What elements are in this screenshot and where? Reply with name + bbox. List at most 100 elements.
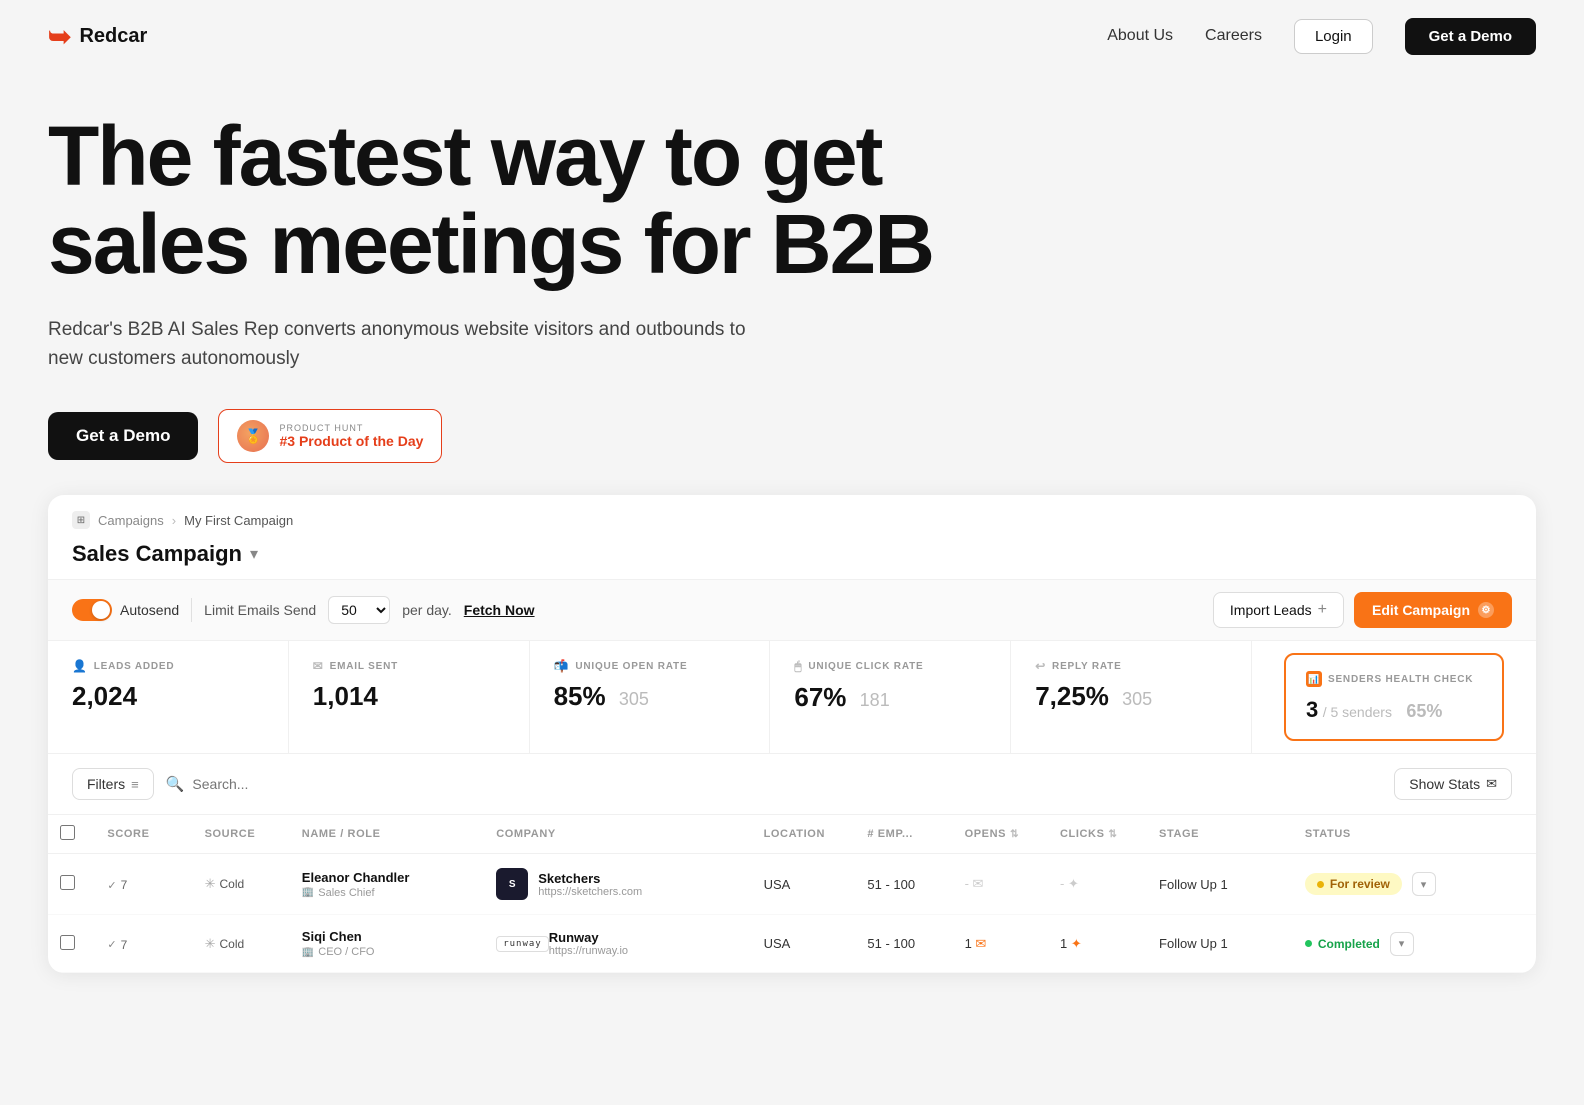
clicks-cell-0: - ✦ xyxy=(1048,854,1147,915)
open-rate-icon: 📬 xyxy=(554,659,570,673)
show-stats-button[interactable]: Show Stats ✉ xyxy=(1394,768,1512,800)
open-rate-count: 305 xyxy=(619,689,649,709)
fetch-now-link[interactable]: Fetch Now xyxy=(464,602,535,618)
breadcrumb: ⊞ Campaigns › My First Campaign xyxy=(48,495,1536,537)
health-value: 3 xyxy=(1306,697,1318,722)
senders-health-check: 📊 SENDERS HEALTH CHECK 3 / 5 senders 65% xyxy=(1284,653,1504,741)
th-emp: # EMP... xyxy=(855,815,952,854)
logo-icon: ➥ xyxy=(48,20,71,53)
autosend-switch[interactable] xyxy=(72,599,112,621)
opens-cell-1: 1 ✉ xyxy=(953,915,1048,973)
th-name: NAME / ROLE xyxy=(290,815,484,854)
th-clicks: CLICKS ⇅ xyxy=(1048,815,1147,854)
status-dot xyxy=(1317,881,1324,888)
product-hunt-badge[interactable]: 🏅 PRODUCT HUNT #3 Product of the Day xyxy=(218,409,442,463)
leads-table: SCORE SOURCE NAME / ROLE COMPANY LOCATIO… xyxy=(48,815,1536,973)
th-stage: STAGE xyxy=(1147,815,1293,854)
table-row: ✓ 7✳ColdSiqi Chen🏢CEO / CFOrunwayRunwayh… xyxy=(48,915,1536,973)
campaign-toolbar: Autosend Limit Emails Send 50 100 200 pe… xyxy=(48,579,1536,641)
cold-star-icon: ✳ xyxy=(205,936,216,952)
leads-added-icon: 👤 xyxy=(72,659,88,673)
stat-reply-rate: ↩ REPLY RATE 7,25% 305 xyxy=(1011,641,1252,753)
hero-title: The fastest way to get sales meetings fo… xyxy=(48,112,1028,288)
select-all-checkbox[interactable] xyxy=(60,825,75,840)
edit-campaign-button[interactable]: Edit Campaign ⚙ xyxy=(1354,592,1512,628)
email-sent-value: 1,014 xyxy=(313,681,505,712)
emp-cell-0: 51 - 100 xyxy=(855,854,952,915)
ph-rank: #3 Product of the Day xyxy=(279,433,423,449)
stage-cell-0: Follow Up 1 xyxy=(1147,854,1293,915)
status-chevron-icon[interactable]: ▾ xyxy=(1412,872,1436,896)
cold-star-icon: ✳ xyxy=(205,876,216,892)
th-location: LOCATION xyxy=(752,815,856,854)
search-box: 🔍 xyxy=(166,775,1383,793)
campaign-title-chevron-icon[interactable]: ▾ xyxy=(250,544,258,564)
logo[interactable]: ➥ Redcar xyxy=(48,20,147,53)
import-leads-label: Import Leads xyxy=(1230,602,1312,618)
per-day-label: per day. xyxy=(402,602,452,618)
status-chevron-icon[interactable]: ▾ xyxy=(1390,932,1414,956)
logo-text: Redcar xyxy=(79,25,147,48)
email-sent-label: EMAIL SENT xyxy=(330,661,398,672)
limit-emails-select[interactable]: 50 100 200 xyxy=(328,596,390,624)
table-header: SCORE SOURCE NAME / ROLE COMPANY LOCATIO… xyxy=(48,815,1536,854)
open-rate-label: UNIQUE OPEN RATE xyxy=(575,661,687,672)
name-cell-1: Siqi Chen🏢CEO / CFO xyxy=(290,915,484,973)
row-checkbox-1[interactable] xyxy=(60,935,75,950)
email-sent-icon: ✉ xyxy=(313,659,324,673)
hero-section: The fastest way to get sales meetings fo… xyxy=(0,72,1584,463)
leads-added-value: 2,024 xyxy=(72,681,264,712)
toolbar-divider-1 xyxy=(191,598,192,622)
campaign-title-row: Sales Campaign ▾ xyxy=(48,537,1536,579)
health-total: / 5 senders xyxy=(1323,704,1392,720)
stat-click-rate: 🖱 UNIQUE CLICK RATE 67% 181 xyxy=(770,641,1011,753)
nav-careers[interactable]: Careers xyxy=(1205,27,1262,45)
stat-open-rate: 📬 UNIQUE OPEN RATE 85% 305 xyxy=(530,641,771,753)
location-cell-0: USA xyxy=(752,854,856,915)
nav-demo-button[interactable]: Get a Demo xyxy=(1405,18,1536,55)
emp-cell-1: 51 - 100 xyxy=(855,915,952,973)
leads-table-body: ✓ 7✳ColdEleanor Chandler🏢Sales ChiefSSke… xyxy=(48,854,1536,973)
source-cell-0: ✳Cold xyxy=(193,854,290,915)
stage-cell-1: Follow Up 1 xyxy=(1147,915,1293,973)
company-cell-1: runwayRunwayhttps://runway.io xyxy=(484,915,751,973)
stats-row: 👤 LEADS ADDED 2,024 ✉ EMAIL SENT 1,014 📬… xyxy=(48,641,1536,754)
click-rate-count: 181 xyxy=(860,690,890,710)
status-badge: Completed xyxy=(1305,937,1380,951)
row-checkbox-0[interactable] xyxy=(60,875,75,890)
filters-icon: ≡ xyxy=(131,777,139,792)
hero-demo-button[interactable]: Get a Demo xyxy=(48,412,198,460)
click-icon: ✦ xyxy=(1071,936,1082,951)
search-input[interactable] xyxy=(192,776,1382,792)
import-leads-button[interactable]: Import Leads + xyxy=(1213,592,1344,628)
score-check-icon: ✓ xyxy=(107,938,116,951)
filters-button[interactable]: Filters ≡ xyxy=(72,768,154,800)
campaign-title: Sales Campaign xyxy=(72,541,242,567)
role-icon: 🏢 xyxy=(302,887,314,898)
breadcrumb-current: My First Campaign xyxy=(184,513,293,528)
reply-rate-count: 305 xyxy=(1122,689,1152,709)
opens-sort-icon: ⇅ xyxy=(1010,829,1019,840)
reply-rate-icon: ↩ xyxy=(1035,659,1046,673)
ph-label: PRODUCT HUNT xyxy=(279,423,423,433)
table-row: ✓ 7✳ColdEleanor Chandler🏢Sales ChiefSSke… xyxy=(48,854,1536,915)
click-icon: ✦ xyxy=(1068,876,1079,891)
hero-subtitle: Redcar's B2B AI Sales Rep converts anony… xyxy=(48,316,768,373)
th-score: SCORE xyxy=(95,815,192,854)
search-icon: 🔍 xyxy=(166,775,185,793)
reply-rate-pct: 7,25% xyxy=(1035,681,1109,711)
open-rate-pct: 85% xyxy=(554,681,606,711)
filters-row: Filters ≡ 🔍 Show Stats ✉ xyxy=(48,754,1536,815)
open-envelope-icon: ✉ xyxy=(973,876,984,891)
nav-about-us[interactable]: About Us xyxy=(1107,27,1173,45)
nav-links: About Us Careers Login Get a Demo xyxy=(1107,18,1536,55)
breadcrumb-parent[interactable]: Campaigns xyxy=(98,513,164,528)
import-plus-icon: + xyxy=(1318,601,1327,619)
leads-added-label: LEADS ADDED xyxy=(94,661,175,672)
click-rate-icon: 🖱 xyxy=(794,659,802,674)
filters-label: Filters xyxy=(87,776,125,792)
login-button[interactable]: Login xyxy=(1294,19,1373,54)
show-stats-label: Show Stats xyxy=(1409,776,1480,792)
show-stats-icon: ✉ xyxy=(1486,776,1497,792)
clicks-cell-1: 1 ✦ xyxy=(1048,915,1147,973)
